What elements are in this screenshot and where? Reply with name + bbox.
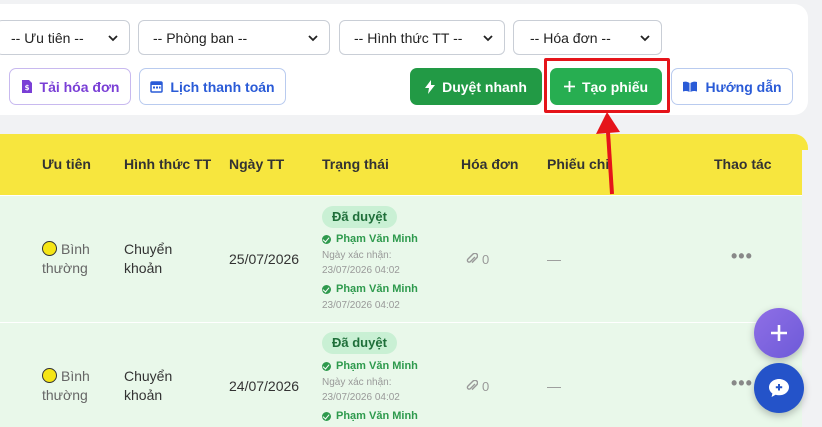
department-filter-value: -- Phòng ban --	[153, 29, 248, 46]
annotation-highlight-box	[544, 58, 670, 113]
approver-name: Phạm Văn Minh	[322, 283, 418, 295]
chevron-down-icon	[308, 35, 318, 42]
column-header-date: Ngày TT	[229, 156, 285, 172]
chevron-down-icon	[483, 35, 493, 42]
table-header: Ưu tiên Hình thức TT Ngày TT Trạng thái …	[0, 134, 808, 195]
invoice-attachment[interactable]: 0	[466, 252, 489, 267]
confirm-info: Ngày xác nhận: 23/07/2026 04:02	[322, 377, 400, 403]
table-row[interactable]: Bình thường Chuyển khoản 24/07/2026 Đã d…	[0, 323, 808, 427]
priority-cell: Bình thường	[42, 368, 90, 403]
column-header-actions: Thao tác	[714, 156, 772, 172]
more-actions-button[interactable]: •••	[731, 246, 753, 267]
payment-method-filter-value: -- Hình thức TT --	[354, 29, 463, 46]
chevron-down-icon	[108, 35, 118, 42]
approver-name: Phạm Văn Minh	[322, 360, 418, 372]
paperclip-icon	[466, 380, 478, 391]
check-circle-icon	[322, 411, 331, 421]
payment-table: Ưu tiên Hình thức TT Ngày TT Trạng thái …	[0, 134, 808, 427]
status-badge: Đã duyệt	[322, 206, 397, 228]
more-actions-button[interactable]: •••	[731, 373, 753, 394]
quick-approve-button[interactable]: Duyệt nhanh	[410, 68, 542, 105]
guide-label: Hướng dẫn	[705, 78, 782, 95]
check-circle-icon	[322, 284, 331, 294]
chat-bubble-icon	[769, 379, 789, 397]
priority-dot-icon	[42, 241, 57, 256]
column-header-invoice: Hóa đơn	[461, 156, 519, 172]
check-circle-icon	[322, 361, 331, 371]
confirm-info: Ngày xác nhận: 23/07/2026 04:02	[322, 250, 400, 276]
approver-name: Phạm Văn Minh	[322, 410, 418, 422]
approver-name: Phạm Văn Minh	[322, 233, 418, 245]
payment-method-filter-select[interactable]: -- Hình thức TT --	[339, 20, 505, 55]
method-cell: Chuyển khoản	[124, 241, 173, 276]
invoice-filter-value: -- Hóa đơn --	[530, 29, 611, 46]
date-cell: 24/07/2026	[229, 378, 300, 394]
paperclip-icon	[466, 253, 478, 264]
priority-filter-value: -- Ưu tiên --	[11, 29, 84, 46]
floating-chat-button[interactable]	[754, 363, 804, 413]
guide-button[interactable]: Hướng dẫn	[671, 68, 793, 105]
priority-cell: Bình thường	[42, 241, 90, 276]
date-cell: 25/07/2026	[229, 251, 300, 267]
payment-schedule-button[interactable]: Lịch thanh toán	[139, 68, 286, 105]
payment-schedule-label: Lịch thanh toán	[170, 78, 275, 95]
method-cell: Chuyển khoản	[124, 368, 173, 403]
annotation-arrow-icon	[596, 112, 620, 195]
svg-text:$: $	[24, 84, 29, 92]
status-badge: Đã duyệt	[322, 332, 397, 354]
calendar-icon	[150, 81, 164, 93]
approve-date: 23/07/2026 04:02	[322, 300, 400, 311]
download-invoice-button[interactable]: $ Tải hóa đơn	[9, 68, 131, 105]
page-scrollbar[interactable]	[802, 150, 822, 427]
file-invoice-icon: $	[21, 80, 32, 93]
priority-dot-icon	[42, 368, 57, 383]
department-filter-select[interactable]: -- Phòng ban --	[138, 20, 330, 55]
table-row[interactable]: Bình thường Chuyển khoản 25/07/2026 Đã d…	[0, 196, 808, 322]
chevron-down-icon	[640, 35, 650, 42]
plus-icon	[771, 325, 787, 341]
voucher-cell: —	[547, 378, 561, 394]
column-header-method: Hình thức TT	[124, 156, 212, 172]
quick-approve-label: Duyệt nhanh	[442, 78, 527, 95]
priority-filter-select[interactable]: -- Ưu tiên --	[0, 20, 130, 55]
invoice-filter-select[interactable]: -- Hóa đơn --	[513, 20, 662, 55]
column-header-status: Trạng thái	[322, 156, 389, 172]
lightning-icon	[425, 79, 436, 94]
invoice-attachment[interactable]: 0	[466, 379, 489, 394]
book-icon	[683, 81, 698, 92]
floating-add-button[interactable]	[754, 308, 804, 358]
voucher-cell: —	[547, 251, 561, 267]
download-invoice-label: Tải hóa đơn	[39, 78, 120, 95]
check-circle-icon	[322, 234, 331, 244]
column-header-priority: Ưu tiên	[42, 156, 91, 172]
